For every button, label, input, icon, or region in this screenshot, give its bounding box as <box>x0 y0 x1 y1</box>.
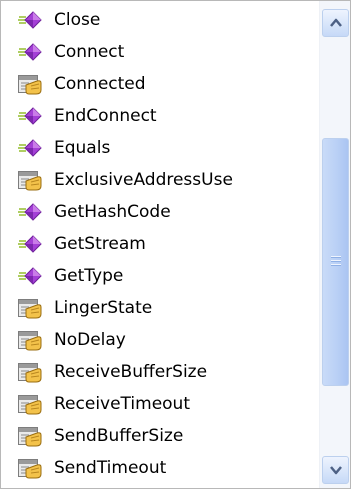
list-item[interactable]: EndConnect <box>1 100 319 132</box>
grip-icon <box>331 256 341 266</box>
method-icon <box>17 41 43 65</box>
property-icon <box>17 425 43 449</box>
member-label: SendTimeout <box>54 458 167 478</box>
member-label: Connect <box>54 42 125 62</box>
chevron-down-icon <box>330 466 342 475</box>
member-label: ReceiveBufferSize <box>54 362 208 382</box>
property-icon <box>17 361 43 385</box>
method-icon <box>17 201 43 225</box>
member-label: SendBufferSize <box>54 426 184 446</box>
list-item[interactable]: GetHashCode <box>1 196 319 228</box>
list-item[interactable]: LingerState <box>1 292 319 324</box>
list-item[interactable]: SendBufferSize <box>1 420 319 452</box>
intellisense-popup: Close Connect Connected EndConnect Equal… <box>0 0 351 489</box>
member-label: Connected <box>54 74 146 94</box>
property-icon <box>17 329 43 353</box>
member-label: Close <box>54 10 101 30</box>
scroll-thumb[interactable] <box>322 138 349 386</box>
property-icon <box>17 73 43 97</box>
list-item[interactable]: ExclusiveAddressUse <box>1 164 319 196</box>
scroll-down-button[interactable] <box>322 456 349 484</box>
member-list: Close Connect Connected EndConnect Equal… <box>1 4 319 488</box>
property-icon <box>17 457 43 481</box>
method-icon <box>17 265 43 289</box>
member-label: ExclusiveAddressUse <box>54 170 233 190</box>
list-item[interactable]: Close <box>1 4 319 36</box>
vertical-scrollbar[interactable] <box>319 1 350 488</box>
list-item[interactable]: GetType <box>1 260 319 292</box>
property-icon <box>17 393 43 417</box>
member-label: NoDelay <box>54 330 126 350</box>
property-icon <box>17 169 43 193</box>
list-item[interactable]: SendTimeout <box>1 452 319 484</box>
scroll-up-button[interactable] <box>322 9 349 37</box>
member-label: GetType <box>54 266 124 286</box>
member-label: Equals <box>54 138 111 158</box>
method-icon <box>17 137 43 161</box>
member-label: EndConnect <box>54 106 157 126</box>
member-label: GetStream <box>54 234 146 254</box>
list-item[interactable]: GetStream <box>1 228 319 260</box>
member-label: LingerState <box>54 298 153 318</box>
list-item[interactable]: ReceiveBufferSize <box>1 356 319 388</box>
member-label: GetHashCode <box>54 202 171 222</box>
list-item[interactable]: Equals <box>1 132 319 164</box>
method-icon <box>17 9 43 33</box>
list-item[interactable]: ReceiveTimeout <box>1 388 319 420</box>
list-item[interactable]: Connect <box>1 36 319 68</box>
property-icon <box>17 297 43 321</box>
method-icon <box>17 233 43 257</box>
method-icon <box>17 105 43 129</box>
chevron-up-icon <box>330 18 342 27</box>
list-item[interactable]: Connected <box>1 68 319 100</box>
list-item[interactable]: NoDelay <box>1 324 319 356</box>
member-label: ReceiveTimeout <box>54 394 190 414</box>
